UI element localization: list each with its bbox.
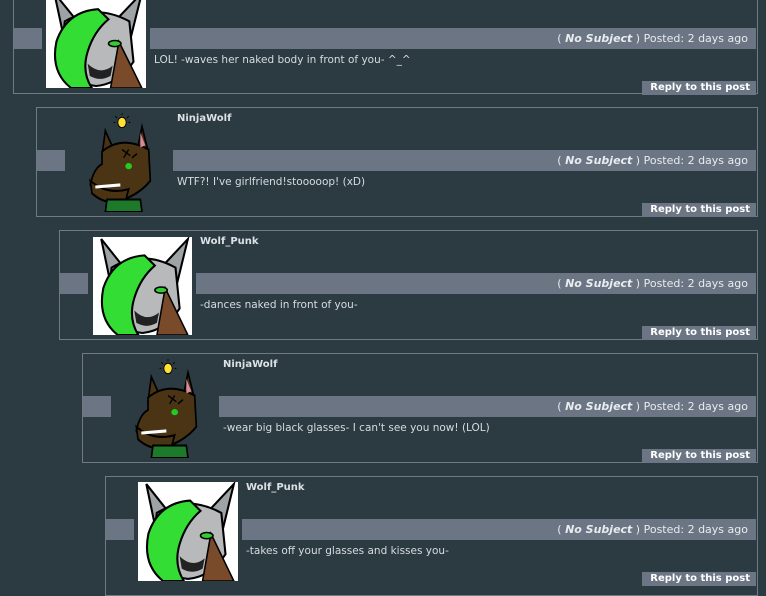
subject: No Subject — [565, 523, 633, 536]
post: NinjaWolf ( No Subject ) Posted: 2 days … — [36, 107, 758, 217]
subject: No Subject — [565, 32, 633, 45]
posted-time: Posted: 2 days ago — [643, 154, 748, 167]
username[interactable]: NinjaWolf — [177, 113, 231, 124]
avatar — [46, 0, 146, 88]
post-left-bar — [37, 150, 65, 171]
post: Wolf_Punk ( No Subject ) Posted: 2 days … — [105, 476, 758, 596]
post-left-bar — [106, 519, 134, 540]
reply-button[interactable]: Reply to this post — [642, 326, 756, 340]
post: Wolf_Punk ( No Subject ) Posted: 2 days … — [59, 230, 758, 340]
post-header-bar: ( No Subject ) Posted: 2 days ago — [196, 273, 756, 294]
reply-button[interactable]: Reply to this post — [642, 81, 756, 95]
posted-time: Posted: 2 days ago — [643, 32, 748, 45]
reply-button[interactable]: Reply to this post — [642, 572, 756, 586]
subject: No Subject — [565, 154, 633, 167]
post-header-bar: ( No Subject ) Posted: 2 days ago — [173, 150, 756, 171]
post-left-bar — [83, 396, 111, 417]
avatar — [128, 358, 208, 458]
message-text: -wear big black glasses- I can't see you… — [223, 422, 490, 434]
post-header-bar: ( No Subject ) Posted: 2 days ago — [219, 396, 756, 417]
message-text: LOL! -waves her naked body in front of y… — [154, 54, 411, 66]
username[interactable]: Wolf_Punk — [246, 482, 305, 493]
avatar — [93, 237, 192, 335]
posted-time: Posted: 2 days ago — [643, 400, 748, 413]
post-left-bar — [60, 273, 88, 294]
message-text: -dances naked in front of you- — [200, 299, 358, 311]
subject: No Subject — [565, 277, 633, 290]
post: NinjaWolf ( No Subject ) Posted: 2 days … — [82, 353, 758, 463]
post-header-bar: ( No Subject ) Posted: 2 days ago — [150, 28, 756, 49]
reply-button[interactable]: Reply to this post — [642, 449, 756, 463]
username[interactable]: NinjaWolf — [223, 359, 277, 370]
avatar — [82, 112, 162, 212]
post-left-bar — [14, 28, 42, 49]
message-text: WTF?! I've girlfriend!stooooop! (xD) — [177, 176, 366, 188]
reply-button[interactable]: Reply to this post — [642, 203, 756, 217]
username[interactable]: Wolf_Punk — [200, 236, 259, 247]
post: ( No Subject ) Posted: 2 days ago LOL! -… — [13, 0, 758, 95]
subject: No Subject — [565, 400, 633, 413]
message-text: -takes off your glasses and kisses you- — [246, 545, 449, 557]
avatar — [138, 482, 238, 581]
post-header-bar: ( No Subject ) Posted: 2 days ago — [242, 519, 756, 540]
posted-time: Posted: 2 days ago — [643, 523, 748, 536]
posted-time: Posted: 2 days ago — [643, 277, 748, 290]
